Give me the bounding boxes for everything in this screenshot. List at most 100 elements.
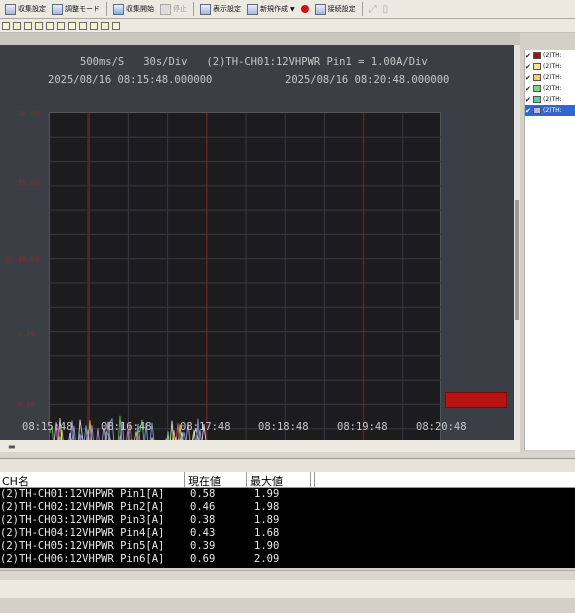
chart-svg: [49, 113, 442, 453]
y-tick-label: 15.00: [18, 179, 40, 187]
table-icon[interactable]: [112, 21, 120, 30]
legend-label: (2)TH:: [543, 74, 562, 81]
legend-item[interactable]: ✔ (2)TH:: [525, 83, 575, 94]
cursor-icon[interactable]: [79, 21, 87, 30]
chart-icon[interactable]: [46, 21, 54, 30]
legend-item[interactable]: ✔ (2)TH:: [525, 61, 575, 72]
record-icon: [300, 5, 309, 13]
cell-current: 0.38: [190, 514, 216, 526]
cell-current: 0.69: [190, 553, 216, 565]
legend-label: (2)TH:: [543, 63, 562, 70]
start-acquisition-button[interactable]: 収集開始: [110, 2, 157, 17]
toolbar-separator: [193, 2, 194, 16]
y-tick-label: 5.00: [18, 330, 35, 338]
tool-button-a[interactable]: ⤢: [366, 2, 380, 17]
channel-legend: ✔ (2)TH: ✔ (2)TH: ✔ (2)TH: ✔ (2)TH: ✔ (2…: [524, 50, 575, 450]
table-row[interactable]: (2)TH-CH06:12VHPWR Pin6[A] 0.69 2.09: [0, 553, 575, 566]
table-row[interactable]: (2)TH-CH04:12VHPWR Pin4[A] 0.43 1.68: [0, 527, 575, 540]
table-row[interactable]: (2)TH-CH05:12VHPWR Pin5[A] 0.39 1.90: [0, 540, 575, 553]
table-header: CH名 現在値 最大値: [0, 472, 575, 488]
checkbox[interactable]: ✔: [525, 85, 533, 93]
stop-button[interactable]: 停止: [157, 2, 190, 17]
cell-ch-name: (2)TH-CH06:12VHPWR Pin6[A]: [0, 553, 165, 565]
cell-max: 1.98: [254, 501, 280, 513]
color-swatch: [533, 74, 541, 81]
toolbar-label: 停止: [173, 5, 187, 13]
chart-vertical-scrollbar[interactable]: [514, 45, 520, 440]
column-header-current[interactable]: 現在値: [188, 473, 221, 489]
new-icon: [247, 3, 258, 15]
adjust-mode-button[interactable]: 調整モード: [49, 2, 103, 17]
legend-label: (2)TH:: [543, 85, 562, 92]
save-icon[interactable]: [24, 21, 32, 30]
stop-icon: [160, 3, 171, 15]
y-tick-label: 0.00: [18, 401, 35, 409]
tool-button-b[interactable]: ▯: [380, 2, 392, 17]
record-button[interactable]: [298, 2, 312, 17]
splitter-handle[interactable]: ▬: [8, 442, 16, 451]
measure-icon[interactable]: [90, 21, 98, 30]
chart-window: 500ms/S 30s/Div (2)TH-CH01:12VHPWR Pin1 …: [0, 45, 515, 453]
cell-max: 1.90: [254, 540, 280, 552]
legend-item-selected[interactable]: ✔ (2)TH:: [525, 105, 575, 116]
pane-splitter[interactable]: [0, 452, 575, 459]
column-divider[interactable]: [314, 472, 315, 488]
table-row[interactable]: (2)TH-CH03:12VHPWR Pin3[A] 0.38 1.89: [0, 514, 575, 527]
cell-max: 1.89: [254, 514, 280, 526]
legend-item[interactable]: ✔ (2)TH:: [525, 72, 575, 83]
color-swatch: [533, 52, 541, 59]
cell-ch-name: (2)TH-CH02:12VHPWR Pin2[A]: [0, 501, 165, 513]
export-icon[interactable]: [101, 21, 109, 30]
cell-max: 2.09: [254, 553, 280, 565]
chart-footer-bar: ▬: [0, 440, 520, 452]
checkbox[interactable]: ✔: [525, 107, 533, 115]
expand-icon: ⤢: [368, 3, 377, 15]
column-divider[interactable]: [246, 472, 247, 488]
y-tick-label: 10.00: [18, 255, 40, 263]
checkbox[interactable]: ✔: [525, 96, 533, 104]
chart-plot-area[interactable]: [49, 112, 442, 453]
connection-settings-button[interactable]: 接続設定: [312, 2, 359, 17]
legend-item[interactable]: ✔ (2)TH:: [525, 94, 575, 105]
column-header-max[interactable]: 最大値: [250, 473, 283, 489]
legend-label: (2)TH:: [543, 96, 562, 103]
print-icon[interactable]: [35, 21, 43, 30]
table-body: (2)TH-CH01:12VHPWR Pin1[A] 0.58 1.99 (2)…: [0, 488, 575, 568]
open-icon[interactable]: [13, 21, 21, 30]
chart-header-end-date: 2025/08/16 08:20:48.000000: [285, 74, 450, 86]
display-settings-button[interactable]: 表示設定: [197, 2, 244, 17]
zoom-icon[interactable]: [57, 21, 65, 30]
y-axis-marker: ⊟: [6, 255, 11, 264]
column-divider[interactable]: [310, 472, 311, 488]
document-icon: ▯: [382, 3, 389, 15]
settings-icon: [5, 3, 16, 15]
color-swatch: [533, 85, 541, 92]
acquisition-settings-button[interactable]: 収集設定: [2, 2, 49, 17]
grid-icon[interactable]: [68, 21, 76, 30]
column-header-ch-name[interactable]: CH名: [2, 473, 29, 489]
scrollbar-thumb[interactable]: [515, 200, 519, 320]
toolbar-label: 接続設定: [327, 5, 356, 13]
main-toolbar: 収集設定 調整モード 収集開始 停止 表示設定 新規作成 ▼ 接続設定 ⤢ ▯: [0, 0, 575, 19]
column-divider[interactable]: [184, 472, 185, 488]
table-horizontal-scrollbar[interactable]: [0, 570, 575, 580]
play-icon: [113, 3, 124, 15]
legend-item[interactable]: ✔ (2)TH:: [525, 50, 575, 61]
cell-max: 1.99: [254, 488, 280, 500]
x-tick-label: 08:18:48: [258, 421, 309, 433]
table-row[interactable]: (2)TH-CH02:12VHPWR Pin2[A] 0.46 1.98: [0, 501, 575, 514]
new-create-button[interactable]: 新規作成 ▼: [244, 2, 298, 17]
cell-current: 0.43: [190, 527, 216, 539]
checkbox[interactable]: ✔: [525, 74, 533, 82]
chevron-down-icon[interactable]: ▼: [290, 6, 295, 13]
folder-icon[interactable]: [2, 21, 10, 30]
cell-current: 0.58: [190, 488, 216, 500]
checkbox[interactable]: ✔: [525, 52, 533, 60]
checkbox[interactable]: ✔: [525, 63, 533, 71]
table-row[interactable]: (2)TH-CH01:12VHPWR Pin1[A] 0.58 1.99: [0, 488, 575, 501]
table-window-titlebar[interactable]: [0, 459, 575, 472]
cell-current: 0.46: [190, 501, 216, 513]
chart-window-titlebar[interactable]: [0, 33, 520, 45]
legend-label: (2)TH:: [543, 107, 562, 114]
alarm-indicator[interactable]: [445, 392, 507, 408]
